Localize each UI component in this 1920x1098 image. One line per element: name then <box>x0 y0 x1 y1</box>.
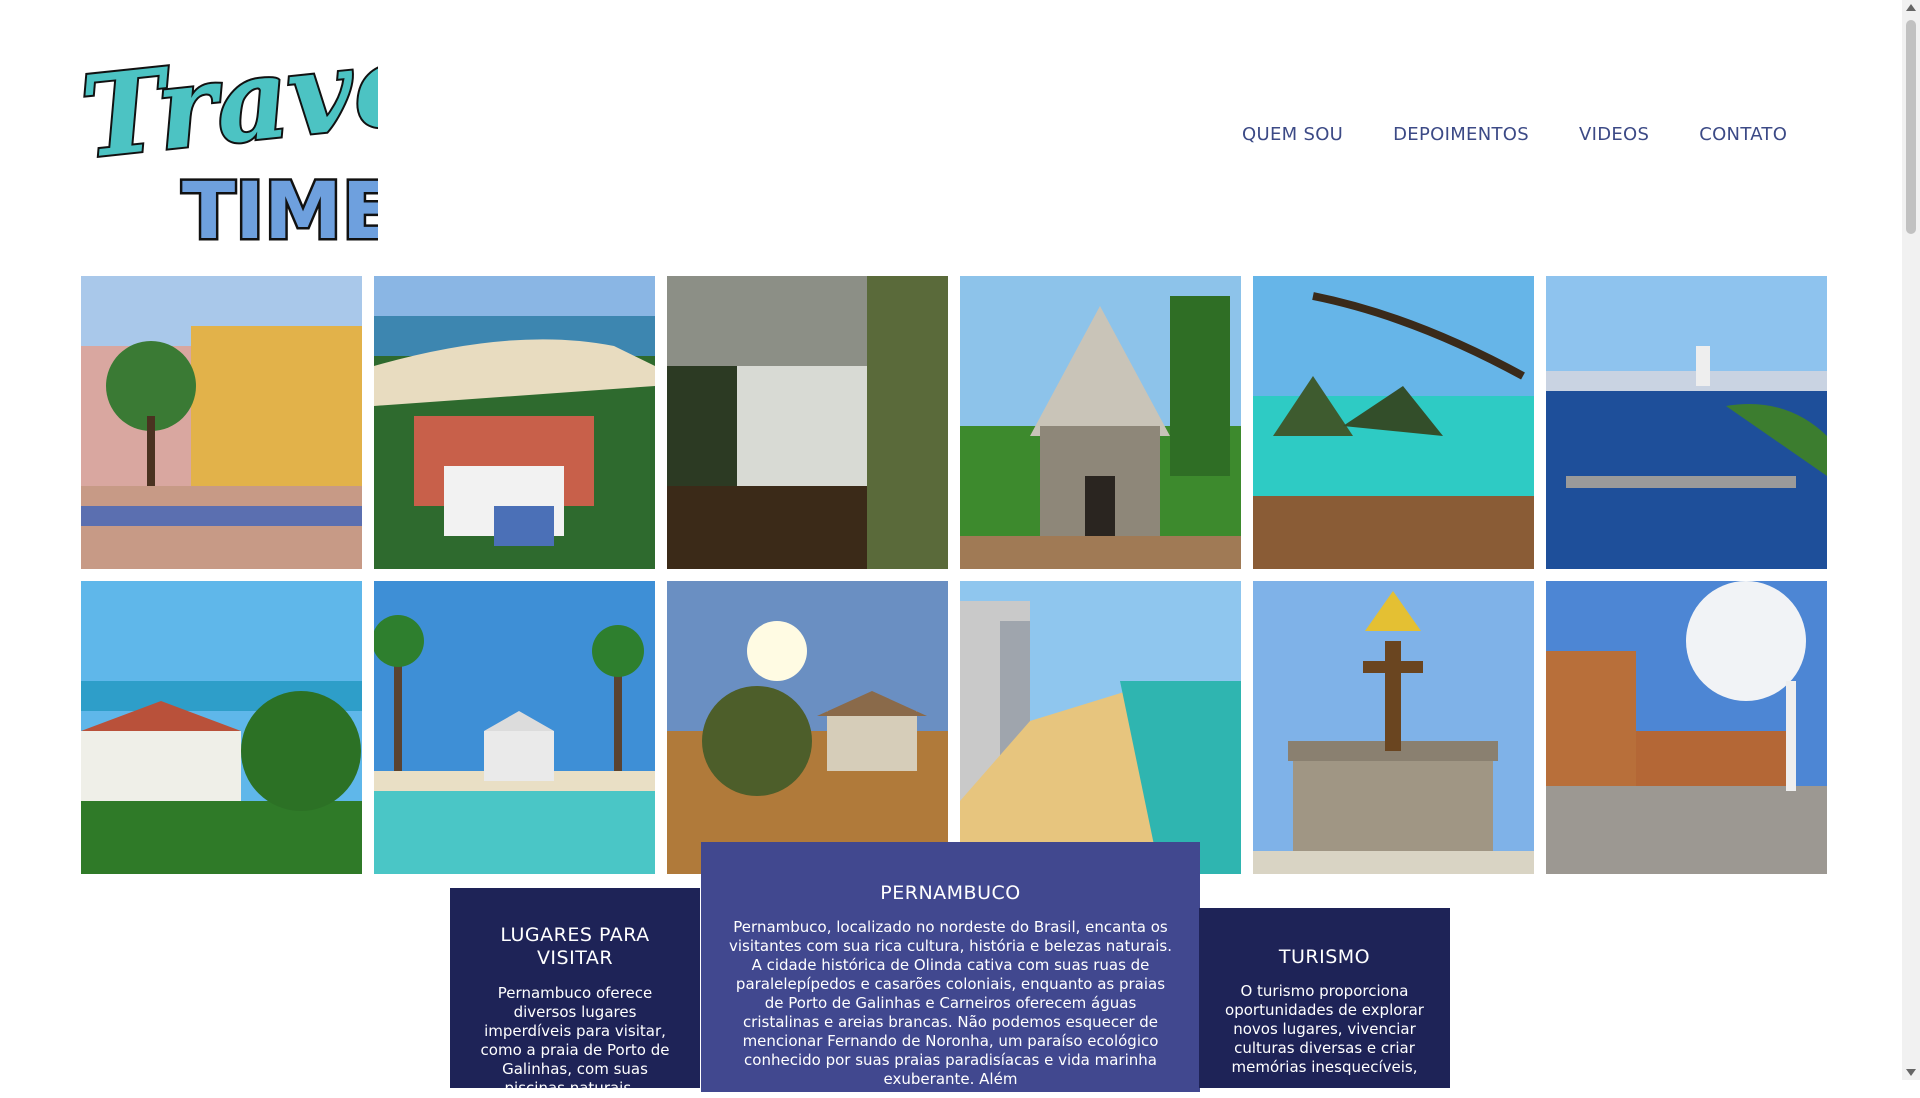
nav-videos[interactable]: VIDEOS <box>1579 124 1649 145</box>
card-places-title: LUGARES PARA VISITAR <box>500 924 650 969</box>
travel-time-logo[interactable]: Travel TIME! <box>74 11 475 259</box>
card-pernambuco-title: PERNAMBUCO <box>880 882 1021 904</box>
recife-old-town-photo[interactable] <box>81 276 362 569</box>
scroll-thumb[interactable] <box>1906 20 1916 234</box>
nav-quem-sou[interactable]: QUEM SOU <box>1242 124 1343 145</box>
vertical-scrollbar[interactable] <box>1902 0 1920 1080</box>
main-nav: QUEM SOU DEPOIMENTOS VIDEOS CONTATO <box>1242 124 1787 145</box>
card-tourism-text: O turismo proporciona oportunidades de e… <box>1225 982 1424 1076</box>
noronha-bay-photo[interactable] <box>1253 276 1534 569</box>
olinda-churches-photo[interactable] <box>81 581 362 874</box>
fort-photo[interactable] <box>1546 581 1827 874</box>
waterfall-photo[interactable] <box>667 276 948 569</box>
sertao-landscape-photo[interactable] <box>667 581 948 874</box>
nav-contato[interactable]: CONTATO <box>1699 124 1787 145</box>
logo-line2: TIME! <box>182 167 378 246</box>
recife-river-bridge-photo[interactable] <box>1546 276 1827 569</box>
scroll-up-icon[interactable] <box>1906 4 1916 11</box>
card-pernambuco-text: Pernambuco, localizado no nordeste do Br… <box>729 918 1172 1088</box>
card-tourism: TURISMO O turismo proporciona oportunida… <box>1199 908 1450 1088</box>
card-places-text: Pernambuco oferece diversos lugares impe… <box>480 984 670 1097</box>
beach-church-photo[interactable] <box>374 581 655 874</box>
scroll-down-icon[interactable] <box>1906 1069 1916 1076</box>
boa-viagem-beach-photo[interactable] <box>960 581 1241 874</box>
card-tourism-title: TURISMO <box>1278 946 1371 968</box>
logo-graphic: Travel TIME! <box>74 11 475 259</box>
nav-depoimentos[interactable]: DEPOIMENTOS <box>1393 124 1529 145</box>
card-pernambuco: PERNAMBUCO Pernambuco, localizado no nor… <box>701 842 1200 1092</box>
olinda-coast-photo[interactable] <box>374 276 655 569</box>
cross-monument-photo[interactable] <box>1253 581 1534 874</box>
card-places-to-visit: LUGARES PARA VISITAR Pernambuco oferece … <box>450 888 700 1097</box>
stone-chapel-photo[interactable] <box>960 276 1241 569</box>
photo-gallery <box>81 276 1827 874</box>
logo-line1: Travel <box>78 24 378 184</box>
